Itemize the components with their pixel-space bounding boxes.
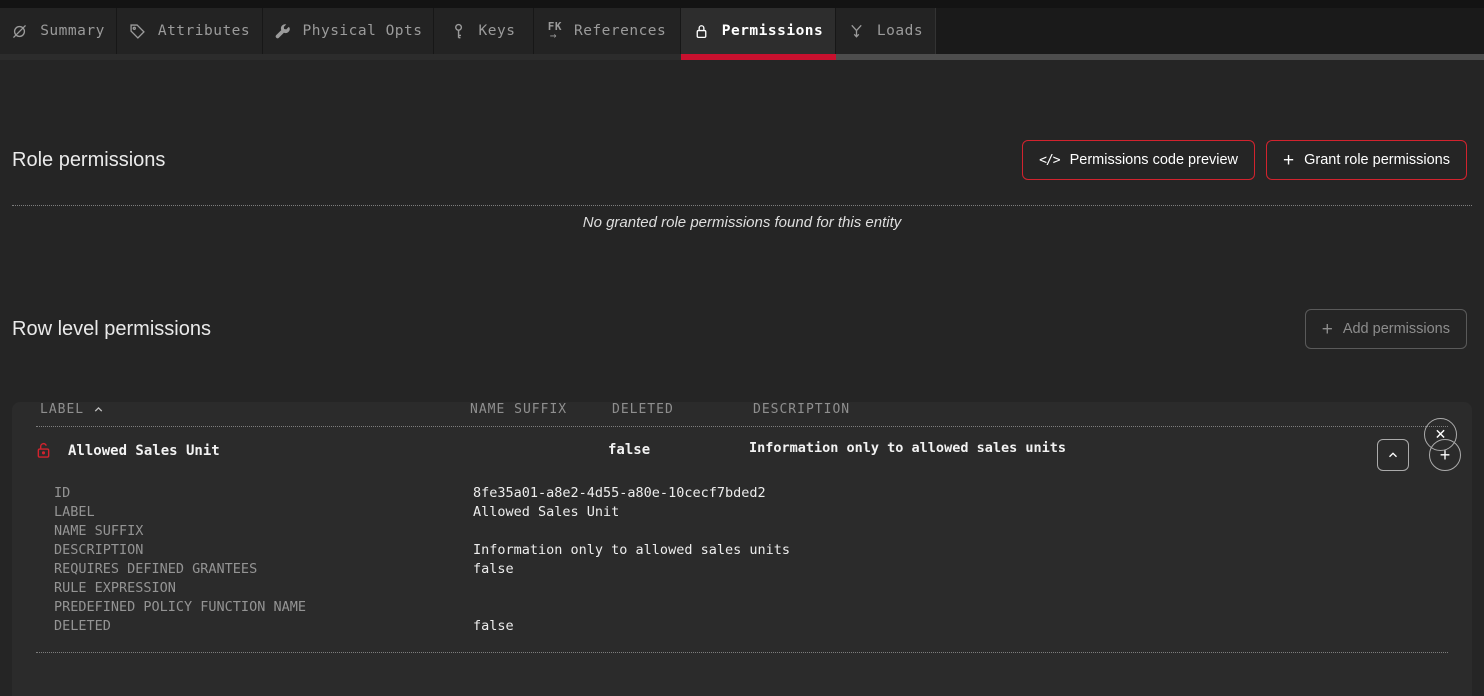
detail-label: NAME SUFFIX (54, 522, 473, 541)
active-tab-indicator (681, 54, 836, 60)
scrollbar-thumb[interactable] (836, 54, 1484, 60)
chevron-up-icon (1386, 448, 1400, 462)
tab-attributes[interactable]: Attributes (117, 8, 263, 54)
detail-label: REQUIRES DEFINED GRANTEES (54, 560, 473, 579)
entity-detail-page: Summary Attributes Physical Opts Keys FK… (0, 0, 1484, 696)
detail-value: false (473, 560, 514, 579)
window-top-strip (0, 0, 1484, 8)
role-permissions-actions: </> Permissions code preview + Grant rol… (1022, 140, 1467, 180)
target-icon (11, 23, 28, 40)
detail-row: LABEL Allowed Sales Unit (54, 503, 1448, 522)
plus-icon: + (1322, 320, 1333, 339)
column-header-deleted[interactable]: DELETED (612, 402, 753, 417)
detail-row: PREDEFINED POLICY FUNCTION NAME (54, 598, 1448, 617)
detail-label: RULE EXPRESSION (54, 579, 473, 598)
add-permissions-button[interactable]: + Add permissions (1305, 309, 1467, 349)
role-permissions-divider (12, 205, 1472, 206)
card-bottom-divider (36, 652, 1448, 653)
scrollbar-track-left (0, 54, 681, 60)
table-header: LABEL NAME SUFFIX DELETED DESCRIPTION (36, 402, 1448, 427)
tab-physical-opts[interactable]: Physical Opts (263, 8, 434, 54)
tab-indicator-strip (0, 54, 1484, 60)
row-description: Information only to allowed sales units (749, 442, 1073, 459)
detail-row: RULE EXPRESSION (54, 579, 1448, 598)
detail-row: REQUIRES DEFINED GRANTEES false (54, 560, 1448, 579)
code-icon: </> (1039, 153, 1059, 168)
row-level-permissions-card: ✕ LABEL NAME SUFFIX DELETED DESCRIPTION (12, 402, 1472, 696)
detail-row: ID 8fe35a01-a8e2-4d55-a80e-10cecf7bded2 (54, 484, 1448, 503)
column-header-label[interactable]: LABEL (40, 402, 470, 417)
tab-summary[interactable]: Summary (0, 8, 117, 54)
key-icon (452, 23, 467, 40)
row-label-cell: Allowed Sales Unit (36, 442, 466, 459)
lock-icon (693, 23, 710, 40)
empty-state-message: No granted role permissions found for th… (0, 214, 1484, 231)
tab-label: Permissions (722, 23, 824, 39)
collapse-row-button[interactable] (1377, 439, 1409, 471)
role-permissions-header: Role permissions </> Permissions code pr… (12, 140, 1467, 180)
row-label: Allowed Sales Unit (68, 443, 220, 459)
role-permissions-title: Role permissions (12, 149, 165, 172)
tab-label: Physical Opts (303, 23, 423, 39)
detail-value: false (473, 617, 514, 636)
tab-label: Keys (479, 23, 516, 39)
tag-icon (129, 23, 146, 40)
detail-label: LABEL (54, 503, 473, 522)
open-lock-icon (36, 442, 51, 459)
foreign-key-icon: FK → (548, 22, 562, 41)
tab-label: References (574, 23, 666, 39)
grant-role-permissions-button[interactable]: + Grant role permissions (1266, 140, 1467, 180)
tab-bar-filler (936, 8, 1484, 54)
column-header-description[interactable]: DESCRIPTION (753, 402, 1448, 417)
table-row[interactable]: Allowed Sales Unit false Information onl… (36, 427, 1448, 472)
detail-row: NAME SUFFIX (54, 522, 1448, 541)
plus-icon: + (1283, 151, 1294, 170)
detail-label: PREDEFINED POLICY FUNCTION NAME (54, 598, 473, 617)
merge-icon (848, 23, 865, 40)
tab-bar: Summary Attributes Physical Opts Keys FK… (0, 8, 1484, 54)
permissions-code-preview-button[interactable]: </> Permissions code preview (1022, 140, 1255, 180)
tab-references[interactable]: FK → References (534, 8, 681, 54)
add-row-permission-button[interactable]: + (1429, 439, 1461, 471)
detail-value: Allowed Sales Unit (473, 503, 619, 522)
tab-label: Attributes (158, 23, 250, 39)
detail-value: 8fe35a01-a8e2-4d55-a80e-10cecf7bded2 (473, 484, 766, 503)
detail-row: DELETED false (54, 617, 1448, 636)
tab-loads[interactable]: Loads (836, 8, 936, 54)
tab-permissions[interactable]: Permissions (681, 8, 836, 54)
tab-label: Summary (40, 23, 105, 39)
row-actions: + (1377, 439, 1461, 471)
detail-row: DESCRIPTION Information only to allowed … (54, 541, 1448, 560)
detail-label: ID (54, 484, 473, 503)
row-level-permissions-title: Row level permissions (12, 318, 211, 341)
row-name-suffix (466, 442, 608, 459)
tab-label: Loads (877, 23, 923, 39)
detail-label: DELETED (54, 617, 473, 636)
plus-icon: + (1440, 445, 1451, 466)
row-level-permissions-header: Row level permissions + Add permissions (12, 309, 1467, 349)
detail-label: DESCRIPTION (54, 541, 473, 560)
wrench-icon (274, 23, 291, 40)
sort-ascending-icon (92, 403, 105, 416)
row-deleted: false (608, 442, 749, 459)
detail-value: Information only to allowed sales units (473, 541, 790, 560)
tab-keys[interactable]: Keys (434, 8, 534, 54)
row-details: ID 8fe35a01-a8e2-4d55-a80e-10cecf7bded2 … (36, 484, 1448, 636)
column-header-name-suffix[interactable]: NAME SUFFIX (470, 402, 612, 417)
